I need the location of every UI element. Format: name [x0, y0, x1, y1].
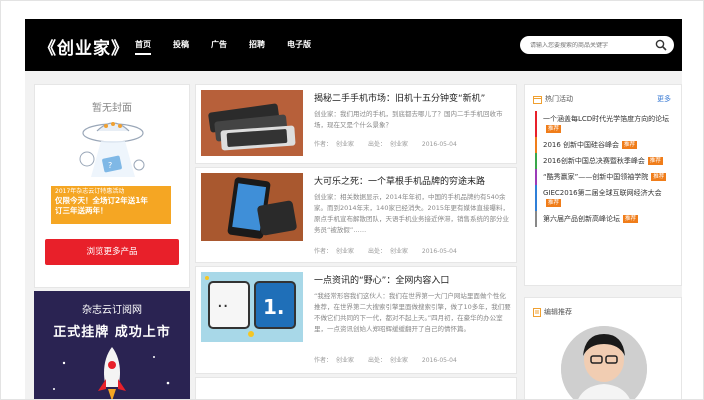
nav-jobs[interactable]: 招聘	[249, 39, 265, 55]
author-label: 作者： 创业家	[314, 141, 354, 148]
article-thumbnail[interactable]	[201, 173, 303, 241]
search-input[interactable]	[530, 41, 650, 49]
document-icon	[533, 307, 541, 317]
author-label-text: 作者：	[314, 248, 333, 255]
yidian-image: ·· 1.	[201, 272, 303, 342]
site-header: 《创业家》 首页 投稿 广告 招聘 电子版	[25, 19, 682, 71]
article-card[interactable]: 大可乐之死：一个草根手机品牌的穷途末路 创业家：相关数据显示，2014年年初，中…	[195, 167, 517, 263]
recommend-badge: 推荐	[622, 141, 638, 149]
browse-more-button[interactable]: 浏览更多产品	[45, 239, 179, 265]
promo-line3: 订三年送两年！	[55, 206, 108, 215]
article-title[interactable]: 大可乐之死：一个草根手机品牌的穷途末路	[314, 174, 512, 187]
nav-ebook[interactable]: 电子版	[287, 39, 311, 55]
hot-event-text[interactable]: 第六届产品创新高峰论坛	[543, 215, 620, 223]
editor-recommend-panel: 编辑推荐	[524, 297, 682, 399]
source-label: 出处： 创业家	[368, 357, 408, 364]
promo-line1: 2017年杂志云订特惠活动	[55, 188, 125, 195]
article-excerpt: 创业家：我们用过的手机，到底都去哪儿了？国内二手手机回收市场，现在又是个什么景象…	[314, 110, 503, 129]
article-card[interactable]: 揭秘二手手机市场：旧机十五分钟变“新机” 创业家：我们用过的手机，到底都去哪儿了…	[195, 84, 517, 164]
publish-date: 2016-05-04	[421, 357, 457, 364]
svg-text:1.: 1.	[263, 295, 285, 319]
article-excerpt: 创业家：相关数据显示，2014年年初，中国的手机品牌约有540余家。而到2014…	[314, 193, 509, 234]
author-label-text: 作者：	[314, 141, 333, 148]
subscription-banner[interactable]: 杂志云订阅网 正式挂牌 成功上市	[34, 291, 190, 399]
source-name: 创业家	[389, 357, 408, 364]
hot-event-text[interactable]: “酷秀赢家”——创新中国领袖学院	[543, 173, 648, 181]
article-thumbnail[interactable]: ·· 1.	[201, 272, 303, 342]
svg-text:?: ?	[108, 161, 112, 170]
recommend-badge: 推荐	[651, 173, 667, 181]
source-label-text: 出处：	[367, 141, 386, 148]
source-name: 创业家	[389, 248, 408, 255]
promo-line2: 仅限今天！全场订2年送1年	[55, 196, 148, 205]
hot-event-text[interactable]: 2016创新中国总决赛暨秋季峰会	[543, 157, 645, 165]
hot-event-item[interactable]: 2016创新中国总决赛暨秋季峰会 推荐	[535, 153, 675, 169]
hot-event-item[interactable]: 2016 创新中国硅谷峰会 推荐	[535, 137, 675, 153]
hot-events-panel: 热门活动 更多 一个涵盖每LCD时代光学箔度方向的论坛推荐 2016 创新中国硅…	[524, 84, 682, 286]
search-icon[interactable]	[655, 39, 667, 51]
nav-submit[interactable]: 投稿	[173, 39, 189, 55]
recommend-badge: 推荐	[623, 215, 639, 223]
source-name: 创业家	[389, 141, 408, 148]
banner-headline: 正式挂牌 成功上市	[53, 325, 171, 340]
article-card[interactable]	[195, 377, 517, 399]
phones-image	[201, 90, 303, 156]
hot-event-text[interactable]: 一个涵盖每LCD时代光学箔度方向的论坛	[543, 115, 669, 123]
browser-frame: 《创业家》 首页 投稿 广告 招聘 电子版 暂无封面 ?	[0, 0, 704, 400]
publish-date: 2016-05-04	[421, 141, 457, 148]
rocket-icon	[53, 347, 170, 399]
no-cover-title: 暂无封面	[92, 103, 132, 114]
search-box	[520, 36, 674, 54]
source-label: 出处： 创业家	[368, 141, 408, 148]
ufo-illustration: ?	[79, 122, 145, 177]
editor-recommend-title: 编辑推荐	[544, 308, 572, 316]
svg-text:··: ··	[217, 296, 228, 317]
author-name: 创业家	[336, 141, 355, 148]
hot-event-item[interactable]: 第六届产品创新高峰论坛 推荐	[535, 211, 675, 227]
recommend-badge: 推荐	[546, 199, 562, 207]
article-excerpt: “我经常形容我们这伙人：我们在世界第一大门户网站里面做个性化推荐，在世界第二大搜…	[314, 292, 511, 333]
main-nav: 首页 投稿 广告 招聘 电子版	[135, 39, 333, 55]
article-thumbnail[interactable]	[201, 90, 303, 156]
site-logo[interactable]: 《创业家》	[39, 34, 129, 59]
hot-event-item[interactable]: 一个涵盖每LCD时代光学箔度方向的论坛推荐	[535, 111, 675, 137]
hot-events-header: 热门活动	[533, 94, 573, 104]
hot-event-text[interactable]: GIEC2016第二届全球互联网经济大会	[543, 189, 662, 197]
banner-subtitle: 杂志云订阅网	[82, 305, 142, 316]
hot-events-title: 热门活动	[545, 95, 573, 103]
phone-image	[201, 173, 303, 241]
article-meta: 作者： 创业家 出处： 创业家 2016-05-04	[314, 139, 469, 148]
recommend-badge: 推荐	[647, 157, 663, 165]
article-card[interactable]: ·· 1. 一点资讯的“野心”：全网内容入口 “我经常形容我们这伙人：我们在世界…	[195, 266, 517, 374]
source-label-text: 出处：	[367, 248, 386, 255]
author-name: 创业家	[336, 357, 355, 364]
article-meta: 作者： 创业家 出处： 创业家 2016-05-04	[314, 246, 469, 255]
calendar-icon	[533, 95, 542, 104]
recommend-badge: 推荐	[546, 125, 562, 133]
magazine-cover-card: 暂无封面 ? 2017年杂志云订特惠活动 仅限今天！全场订2年送1年 订三年送两…	[34, 84, 190, 288]
editor-recommend-header: 编辑推荐	[533, 307, 572, 317]
author-label-text: 作者：	[314, 357, 333, 364]
hot-event-item[interactable]: “酷秀赢家”——创新中国领袖学院 推荐	[535, 169, 675, 185]
author-name: 创业家	[336, 248, 355, 255]
avatar[interactable]	[561, 326, 647, 399]
source-label: 出处： 创业家	[368, 248, 408, 255]
nav-home[interactable]: 首页	[135, 39, 151, 55]
article-title[interactable]: 一点资讯的“野心”：全网内容入口	[314, 273, 512, 286]
hot-event-text[interactable]: 2016 创新中国硅谷峰会	[543, 141, 619, 149]
publish-date: 2016-05-04	[421, 248, 457, 255]
source-label-text: 出处：	[367, 357, 386, 364]
promo-banner[interactable]: 2017年杂志云订特惠活动 仅限今天！全场订2年送1年 订三年送两年！	[51, 186, 171, 224]
hot-events-list: 一个涵盖每LCD时代光学箔度方向的论坛推荐 2016 创新中国硅谷峰会 推荐 20…	[535, 111, 675, 227]
person-photo	[561, 326, 647, 399]
hot-event-item[interactable]: GIEC2016第二届全球互联网经济大会推荐	[535, 185, 675, 211]
author-label: 作者： 创业家	[314, 248, 354, 255]
nav-ads[interactable]: 广告	[211, 39, 227, 55]
more-link[interactable]: 更多	[657, 94, 671, 104]
article-title[interactable]: 揭秘二手手机市场：旧机十五分钟变“新机”	[314, 91, 512, 104]
article-meta: 作者： 创业家 出处： 创业家 2016-05-04	[314, 355, 469, 364]
author-label: 作者： 创业家	[314, 357, 354, 364]
